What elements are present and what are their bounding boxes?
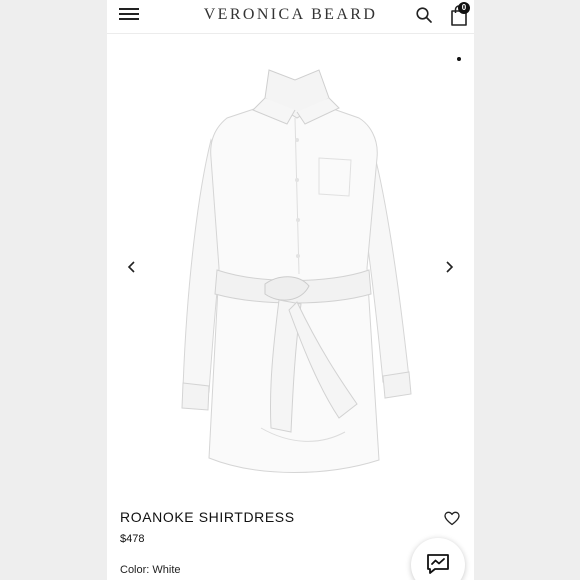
product-image[interactable] bbox=[169, 48, 419, 493]
search-icon[interactable] bbox=[415, 6, 433, 24]
product-price: $478 bbox=[120, 533, 145, 545]
chat-icon bbox=[427, 554, 449, 574]
site-header: VERONICA BEARD 0 bbox=[107, 0, 474, 34]
carousel-indicator[interactable] bbox=[457, 57, 461, 61]
color-selection: Color: White bbox=[120, 564, 181, 576]
cart-count-badge: 0 bbox=[458, 2, 470, 14]
color-value: White bbox=[152, 564, 181, 576]
product-name: ROANOKE SHIRTDRESS bbox=[120, 509, 295, 525]
chevron-left-icon[interactable] bbox=[124, 259, 140, 275]
chevron-right-icon[interactable] bbox=[441, 259, 457, 275]
heart-icon[interactable] bbox=[444, 511, 460, 526]
color-label: Color: bbox=[120, 564, 150, 576]
product-page: VERONICA BEARD 0 ROANOKE SHIRTDRESS $478… bbox=[107, 0, 474, 580]
menu-icon[interactable] bbox=[119, 7, 141, 21]
chat-button[interactable] bbox=[411, 538, 465, 580]
